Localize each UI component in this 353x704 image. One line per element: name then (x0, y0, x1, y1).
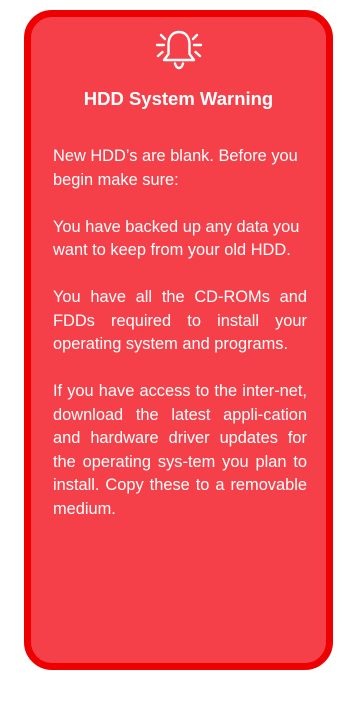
warning-item-media: You have all the CD-ROMs and FDDs requir… (53, 288, 307, 353)
bell-alert-icon (31, 29, 326, 71)
bell-alert-icon-graphic (155, 30, 202, 70)
warning-item-drivers: If you have access to the inter-net, dow… (53, 382, 307, 518)
warning-item-backup: You have backed up any data you want to … (53, 217, 300, 260)
warning-title: HDD System Warning (83, 88, 274, 109)
warning-body: New HDD’s are blank. Before you begin ma… (53, 145, 307, 521)
hdd-warning-panel: HDD System Warning New HDD’s are blank. … (24, 10, 333, 670)
warning-intro: New HDD’s are blank. Before you begin ma… (53, 147, 298, 189)
